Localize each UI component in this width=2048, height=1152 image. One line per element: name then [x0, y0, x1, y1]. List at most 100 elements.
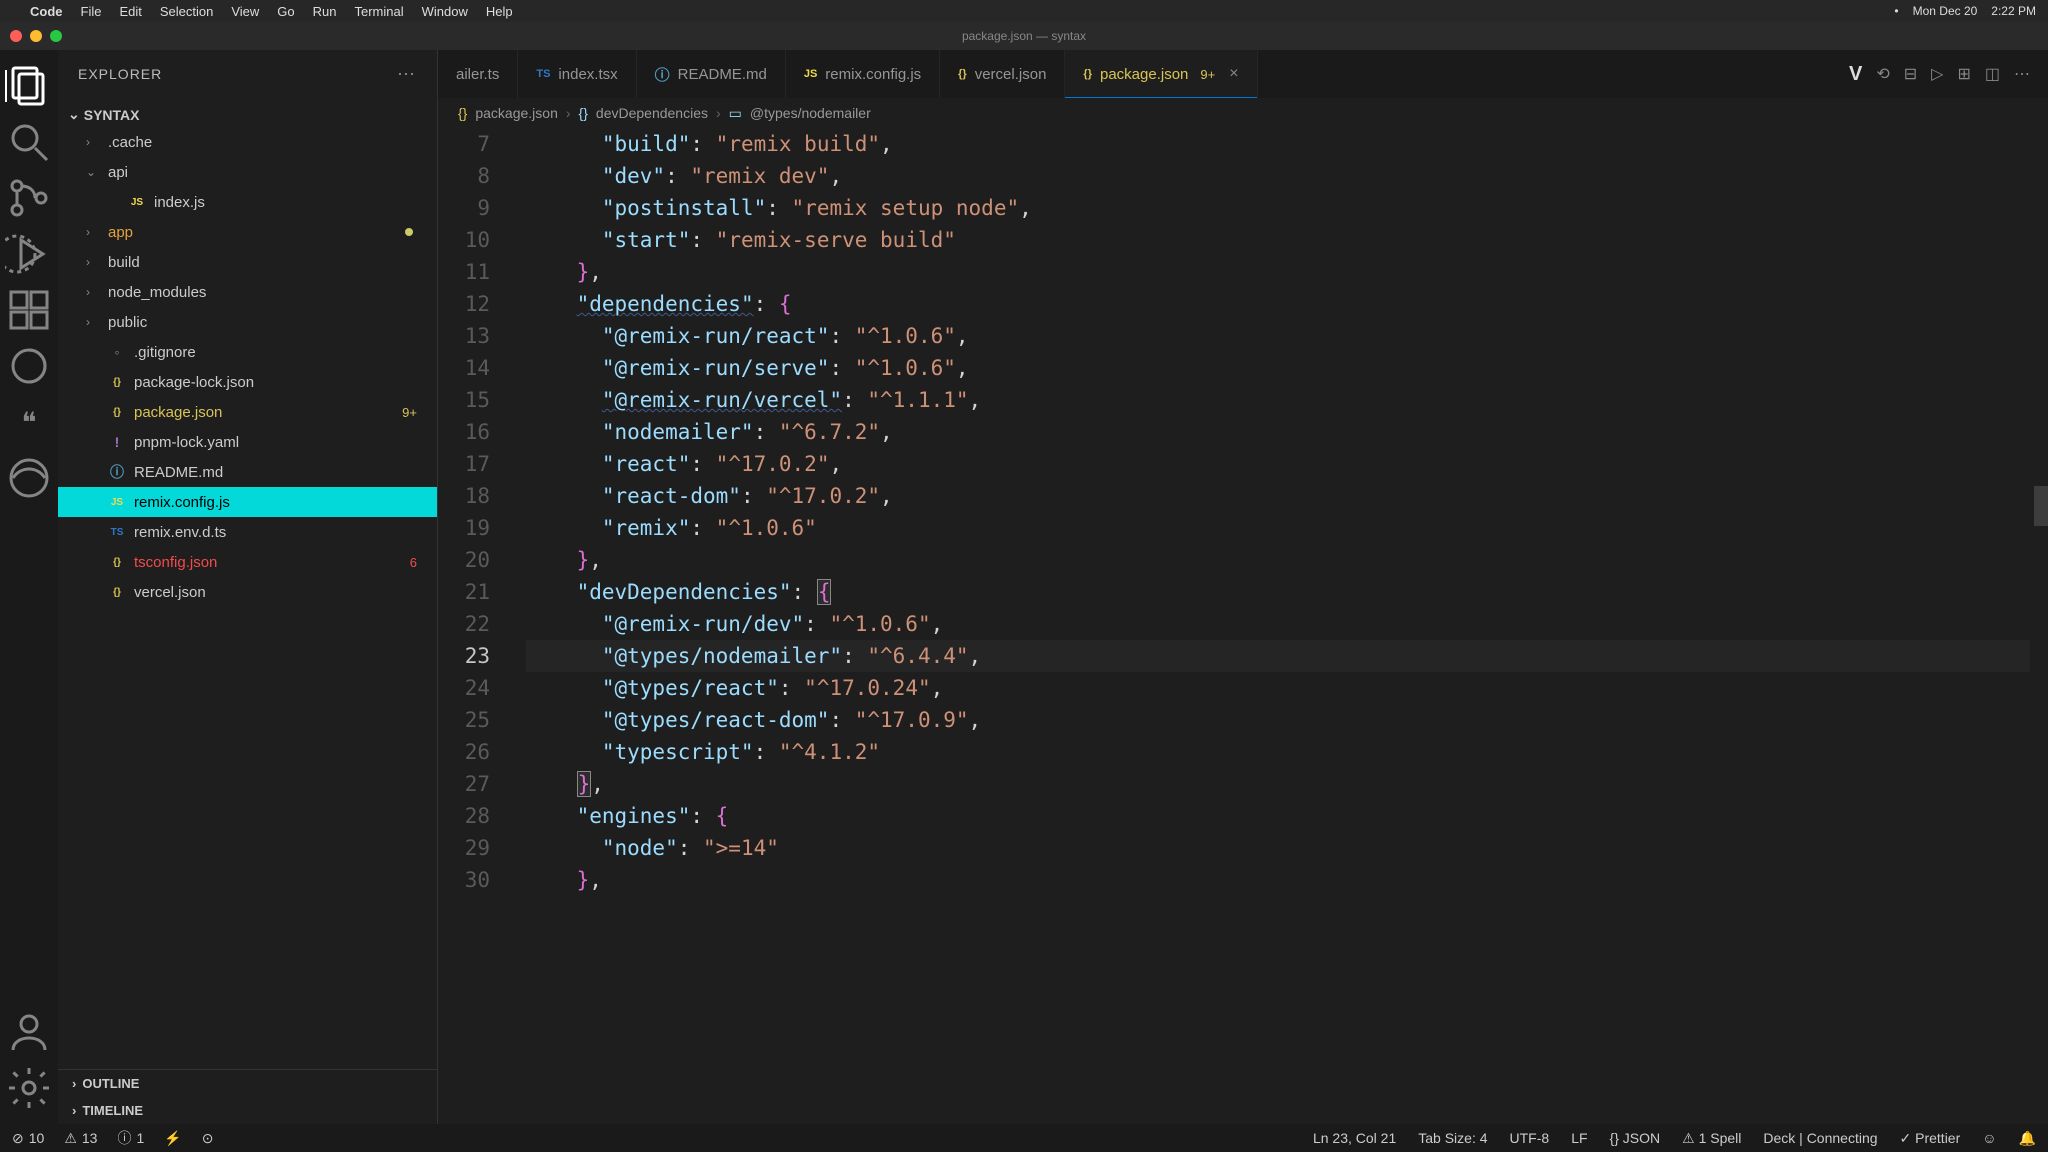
status-feedback-icon[interactable]: ☺	[1982, 1130, 1996, 1147]
search-icon[interactable]	[5, 118, 53, 166]
folder-item[interactable]: ›app	[58, 217, 437, 247]
minimap-slider[interactable]	[2034, 486, 2048, 526]
status-encoding[interactable]: UTF-8	[1510, 1130, 1550, 1147]
compare-icon[interactable]: ⊞	[1957, 64, 1970, 84]
status-prettier[interactable]: ✓ Prettier	[1900, 1130, 1961, 1147]
outline-section[interactable]: › OUTLINE	[58, 1070, 437, 1097]
source-control-icon[interactable]	[5, 174, 53, 222]
split-editor-icon[interactable]: ◫	[1985, 64, 2000, 84]
code-line[interactable]: },	[526, 864, 2048, 896]
menu-selection[interactable]: Selection	[160, 4, 213, 19]
code-line[interactable]: "react-dom": "^17.0.2",	[526, 480, 2048, 512]
status-spell[interactable]: ⚠ 1 Spell	[1682, 1130, 1741, 1147]
code-editor[interactable]: 7891011121314151617181920212223242526272…	[438, 128, 2048, 1124]
breadcrumb-item[interactable]: package.json	[475, 105, 558, 121]
quote-icon[interactable]: ❝	[5, 398, 53, 446]
code-line[interactable]: "remix": "^1.0.6"	[526, 512, 2048, 544]
menubar-date[interactable]: Mon Dec 20	[1913, 4, 1978, 18]
editor-tab[interactable]: {}package.json9+×	[1065, 50, 1257, 98]
more-actions-icon[interactable]: ⋯	[2014, 64, 2030, 84]
file-item[interactable]: JSindex.js	[58, 187, 437, 217]
file-item[interactable]: ⓘREADME.md	[58, 457, 437, 487]
debug-icon[interactable]	[5, 230, 53, 278]
folder-item[interactable]: ›.cache	[58, 127, 437, 157]
menu-file[interactable]: File	[81, 4, 102, 19]
status-cursor-position[interactable]: Ln 23, Col 21	[1313, 1130, 1396, 1147]
edge-icon[interactable]	[5, 454, 53, 502]
status-deck[interactable]: Deck | Connecting	[1763, 1130, 1877, 1147]
editor-tab[interactable]: ⓘREADME.md	[637, 50, 786, 98]
code-line[interactable]: "@remix-run/serve": "^1.0.6",	[526, 352, 2048, 384]
window-titlebar[interactable]: package.json — syntax	[0, 22, 2048, 50]
app-menu[interactable]: Code	[30, 4, 63, 19]
code-line[interactable]: "dev": "remix dev",	[526, 160, 2048, 192]
window-close-button[interactable]	[10, 30, 22, 42]
file-item[interactable]: JSremix.config.js	[58, 487, 437, 517]
status-warnings[interactable]: ⚠ 13	[64, 1130, 97, 1147]
status-info[interactable]: ⓘ 1	[117, 1128, 144, 1148]
extensions-icon[interactable]	[5, 286, 53, 334]
code-line[interactable]: "engines": {	[526, 800, 2048, 832]
folder-item[interactable]: ›public	[58, 307, 437, 337]
status-errors[interactable]: ⊘ 10	[12, 1130, 44, 1147]
breadcrumb-item[interactable]: devDependencies	[596, 105, 708, 121]
project-root[interactable]: ⌄ SYNTAX	[58, 102, 437, 127]
menubar-time[interactable]: 2:22 PM	[1991, 4, 2036, 18]
editor-tab[interactable]: JSremix.config.js	[786, 50, 940, 98]
code-line[interactable]: "build": "remix build",	[526, 128, 2048, 160]
tab-action-icon[interactable]: ⊟	[1904, 64, 1917, 84]
code-line[interactable]: },	[526, 544, 2048, 576]
status-language[interactable]: {} JSON	[1610, 1130, 1661, 1147]
folder-item[interactable]: ›build	[58, 247, 437, 277]
breadcrumb[interactable]: {} package.json › {} devDependencies › ▭…	[438, 98, 2048, 128]
code-line[interactable]: "node": ">=14"	[526, 832, 2048, 864]
close-icon[interactable]: ×	[1229, 65, 1238, 83]
code-line[interactable]: "@types/nodemailer": "^6.4.4",	[526, 640, 2048, 672]
account-icon[interactable]	[5, 1008, 53, 1056]
window-minimize-button[interactable]	[30, 30, 42, 42]
vim-mode-icon[interactable]: V	[1849, 63, 1862, 86]
code-line[interactable]: "@remix-run/dev": "^1.0.6",	[526, 608, 2048, 640]
activity-extra-icon[interactable]	[5, 342, 53, 390]
editor-tab[interactable]: ailer.ts	[438, 50, 518, 98]
menu-window[interactable]: Window	[422, 4, 468, 19]
menu-run[interactable]: Run	[313, 4, 337, 19]
file-item[interactable]: {}package.json9+	[58, 397, 437, 427]
code-line[interactable]: "typescript": "^4.1.2"	[526, 736, 2048, 768]
code-line[interactable]: "nodemailer": "^6.7.2",	[526, 416, 2048, 448]
menu-terminal[interactable]: Terminal	[355, 4, 404, 19]
status-tab-size[interactable]: Tab Size: 4	[1418, 1130, 1487, 1147]
code-line[interactable]: "@types/react-dom": "^17.0.9",	[526, 704, 2048, 736]
code-line[interactable]: "devDependencies": {	[526, 576, 2048, 608]
explorer-more-icon[interactable]: ⋯	[397, 64, 417, 85]
status-eol[interactable]: LF	[1571, 1130, 1587, 1147]
code-line[interactable]: "start": "remix-serve build"	[526, 224, 2048, 256]
menu-go[interactable]: Go	[277, 4, 294, 19]
status-action[interactable]: ⊙	[202, 1130, 214, 1147]
folder-item[interactable]: ⌄api	[58, 157, 437, 187]
window-maximize-button[interactable]	[50, 30, 62, 42]
file-item[interactable]: TSremix.env.d.ts	[58, 517, 437, 547]
file-item[interactable]: !pnpm-lock.yaml	[58, 427, 437, 457]
breadcrumb-item[interactable]: @types/nodemailer	[750, 105, 871, 121]
file-item[interactable]: ◦.gitignore	[58, 337, 437, 367]
tab-action-icon[interactable]: ⟲	[1876, 64, 1889, 84]
code-line[interactable]: "dependencies": {	[526, 288, 2048, 320]
code-line[interactable]: "@remix-run/vercel": "^1.1.1",	[526, 384, 2048, 416]
folder-item[interactable]: ›node_modules	[58, 277, 437, 307]
code-line[interactable]: "react": "^17.0.2",	[526, 448, 2048, 480]
file-item[interactable]: {}tsconfig.json6	[58, 547, 437, 577]
editor-tab[interactable]: {}vercel.json	[940, 50, 1065, 98]
file-item[interactable]: {}vercel.json	[58, 577, 437, 607]
status-action[interactable]: ⚡	[164, 1130, 181, 1147]
menu-help[interactable]: Help	[486, 4, 513, 19]
file-item[interactable]: {}package-lock.json	[58, 367, 437, 397]
code-line[interactable]: },	[526, 256, 2048, 288]
minimap[interactable]	[2030, 206, 2048, 1124]
code-line[interactable]: "postinstall": "remix setup node",	[526, 192, 2048, 224]
menu-edit[interactable]: Edit	[119, 4, 141, 19]
code-line[interactable]: "@types/react": "^17.0.24",	[526, 672, 2048, 704]
editor-tab[interactable]: TSindex.tsx	[518, 50, 636, 98]
settings-gear-icon[interactable]	[5, 1064, 53, 1112]
status-bell-icon[interactable]: 🔔	[2019, 1130, 2036, 1147]
